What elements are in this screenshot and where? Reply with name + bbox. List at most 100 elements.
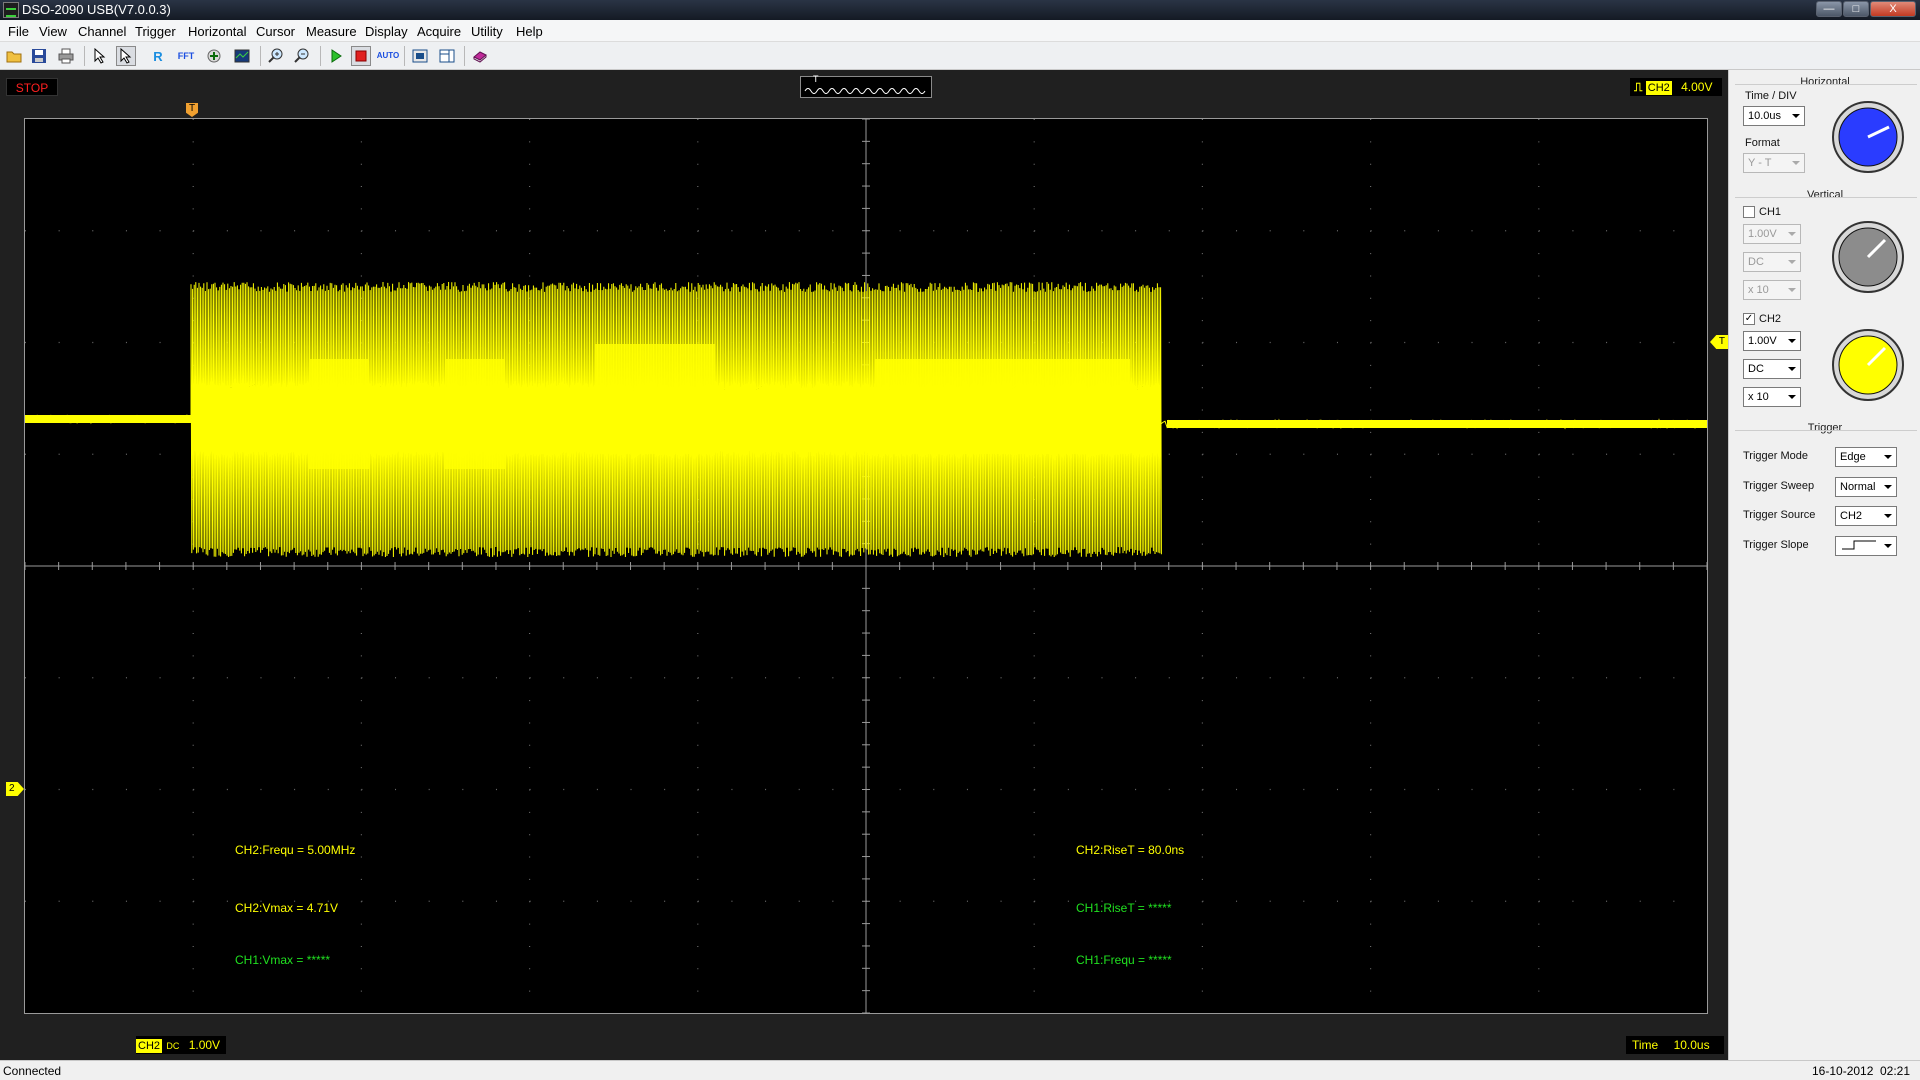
toolbar-separator bbox=[464, 46, 465, 66]
vertical-group-title: Vertical bbox=[1806, 189, 1844, 201]
auto-icon[interactable]: AUTO bbox=[377, 46, 400, 66]
app-icon bbox=[3, 2, 19, 18]
measure-ch1-vmax: CH1:Vmax = ***** bbox=[235, 953, 331, 967]
horizontal-group-title: Horizontal bbox=[1800, 76, 1850, 88]
zoom-screen-icon[interactable] bbox=[232, 46, 252, 66]
ch2-volts-knob[interactable] bbox=[1831, 328, 1905, 402]
ref-icon[interactable]: R bbox=[148, 46, 168, 66]
ch2-probe-select[interactable]: x 10 bbox=[1743, 387, 1801, 407]
time-div-label: Time / DIV bbox=[1745, 90, 1797, 102]
toolbar-separator bbox=[404, 46, 405, 66]
ch2-coupling-select[interactable]: DC bbox=[1743, 359, 1801, 379]
ch2-waveform-dense bbox=[309, 359, 369, 469]
coupling-indicator: DC bbox=[166, 1041, 180, 1051]
trigger-mode-label: Trigger Mode bbox=[1743, 450, 1809, 462]
measure-ch2-risetime: CH2:RiseT = 80.0ns bbox=[1076, 843, 1185, 857]
trigger-sweep-select[interactable]: Normal bbox=[1835, 477, 1897, 497]
status-time: 02:21 bbox=[1880, 1064, 1911, 1078]
layout-icon[interactable] bbox=[437, 46, 457, 66]
toolbar-separator bbox=[84, 46, 85, 66]
print-icon[interactable] bbox=[56, 46, 76, 66]
group-divider bbox=[1735, 84, 1917, 85]
control-panel: Horizontal Time / DIV 10.0us Format Y - … bbox=[1728, 70, 1920, 1060]
trigger-level-value: 4.00V bbox=[1681, 80, 1713, 94]
connection-status: Connected bbox=[3, 1064, 62, 1078]
timebase-readout: Time 10.0us bbox=[1626, 1036, 1724, 1054]
minimize-button[interactable]: — bbox=[1816, 1, 1842, 17]
menu-trigger[interactable]: Trigger bbox=[135, 24, 176, 39]
time-div-select[interactable]: 10.0us bbox=[1743, 106, 1805, 126]
trigger-group-title: Trigger bbox=[1807, 422, 1843, 434]
measure-ch1-frequency: CH1:Frequ = ***** bbox=[1076, 953, 1172, 967]
open-folder-icon[interactable] bbox=[4, 46, 24, 66]
waveform-display[interactable]: CH2:Frequ = 5.00MHz CH2:Vmax = 4.71V CH1… bbox=[24, 118, 1708, 1014]
graticule bbox=[24, 118, 1708, 1014]
group-divider bbox=[1735, 430, 1917, 431]
menu-horizontal[interactable]: Horizontal bbox=[188, 24, 247, 39]
ch2-volts-value: 1.00V bbox=[188, 1038, 221, 1052]
time-label: Time bbox=[1632, 1038, 1659, 1052]
close-button[interactable]: X bbox=[1870, 1, 1916, 17]
menu-acquire[interactable]: Acquire bbox=[417, 24, 461, 39]
title-bar: DSO-2090 USB(V7.0.0.3) — □ X bbox=[0, 0, 1920, 20]
stop-icon[interactable] bbox=[351, 46, 371, 66]
status-bar: Connected 16-10-2012 02:21 bbox=[0, 1060, 1920, 1080]
ch1-probe-select[interactable]: x 10 bbox=[1743, 280, 1801, 300]
ch2-waveform-dense bbox=[875, 359, 1130, 454]
rising-slope-icon bbox=[1842, 540, 1876, 550]
ch1-coupling-select[interactable]: DC bbox=[1743, 252, 1801, 272]
menu-utility[interactable]: Utility bbox=[471, 24, 503, 39]
menu-view[interactable]: View bbox=[39, 24, 67, 39]
ch2-enable-checkbox[interactable]: ✓ bbox=[1743, 313, 1755, 325]
trigger-source-label: Trigger Source bbox=[1743, 509, 1816, 521]
pointer-icon[interactable] bbox=[90, 46, 110, 66]
ch1-enable-checkbox[interactable] bbox=[1743, 206, 1755, 218]
ch1-label: CH1 bbox=[1759, 206, 1782, 218]
ch2-baseline bbox=[25, 415, 191, 423]
trigger-slope-label: Trigger Slope bbox=[1743, 539, 1809, 551]
record-icon[interactable] bbox=[470, 46, 490, 66]
menu-cursor[interactable]: Cursor bbox=[256, 24, 295, 39]
format-label: Format bbox=[1745, 137, 1780, 149]
capture-icon[interactable] bbox=[410, 46, 430, 66]
trigger-slope-select[interactable] bbox=[1835, 536, 1897, 556]
toolbar-separator bbox=[320, 46, 321, 66]
toolbar: R FFT AUTO bbox=[0, 42, 1920, 70]
ch2-waveform-dense bbox=[595, 344, 715, 454]
run-status-badge: STOP bbox=[6, 78, 58, 96]
math-icon[interactable] bbox=[204, 46, 224, 66]
zoom-out-icon[interactable] bbox=[292, 46, 312, 66]
menu-channel[interactable]: Channel bbox=[78, 24, 126, 39]
measure-ch2-vmax: CH2:Vmax = 4.71V bbox=[235, 901, 339, 915]
ch2-label: CH2 bbox=[1759, 313, 1782, 325]
save-icon[interactable] bbox=[29, 46, 49, 66]
menu-help[interactable]: Help bbox=[516, 24, 543, 39]
trigger-source-select[interactable]: CH2 bbox=[1835, 506, 1897, 526]
cursor-select-icon[interactable] bbox=[116, 46, 136, 66]
measure-ch2-frequency: CH2:Frequ = 5.00MHz bbox=[235, 843, 356, 857]
ch2-scale-readout: CH2 DC 1.00V bbox=[136, 1036, 226, 1054]
status-date: 16-10-2012 bbox=[1812, 1064, 1874, 1078]
maximize-button[interactable]: □ bbox=[1843, 1, 1869, 17]
ch2-tag: CH2 bbox=[136, 1039, 163, 1053]
horizontal-knob[interactable] bbox=[1831, 100, 1905, 174]
ch1-volts-select[interactable]: 1.00V bbox=[1743, 224, 1801, 244]
fft-icon[interactable]: FFT bbox=[176, 46, 196, 66]
trigger-overview-marker: T bbox=[813, 74, 819, 84]
menu-file[interactable]: File bbox=[8, 24, 29, 39]
format-select[interactable]: Y - T bbox=[1743, 153, 1805, 173]
group-divider bbox=[1735, 197, 1917, 198]
menu-bar: File View Channel Trigger Horizontal Cur… bbox=[0, 20, 1920, 42]
ch2-waveform bbox=[24, 281, 1708, 558]
trigger-sweep-label: Trigger Sweep bbox=[1743, 480, 1815, 492]
zoom-in-icon[interactable] bbox=[266, 46, 286, 66]
menu-measure[interactable]: Measure bbox=[306, 24, 357, 39]
ch2-baseline bbox=[1167, 420, 1707, 428]
ch2-volts-select[interactable]: 1.00V bbox=[1743, 331, 1801, 351]
trigger-overview: T bbox=[800, 74, 932, 98]
run-icon[interactable] bbox=[326, 46, 346, 66]
trigger-mode-select[interactable]: Edge bbox=[1835, 447, 1897, 467]
ch1-volts-knob[interactable] bbox=[1831, 220, 1905, 294]
menu-display[interactable]: Display bbox=[365, 24, 408, 39]
measure-ch1-risetime: CH1:RiseT = ***** bbox=[1076, 901, 1172, 915]
